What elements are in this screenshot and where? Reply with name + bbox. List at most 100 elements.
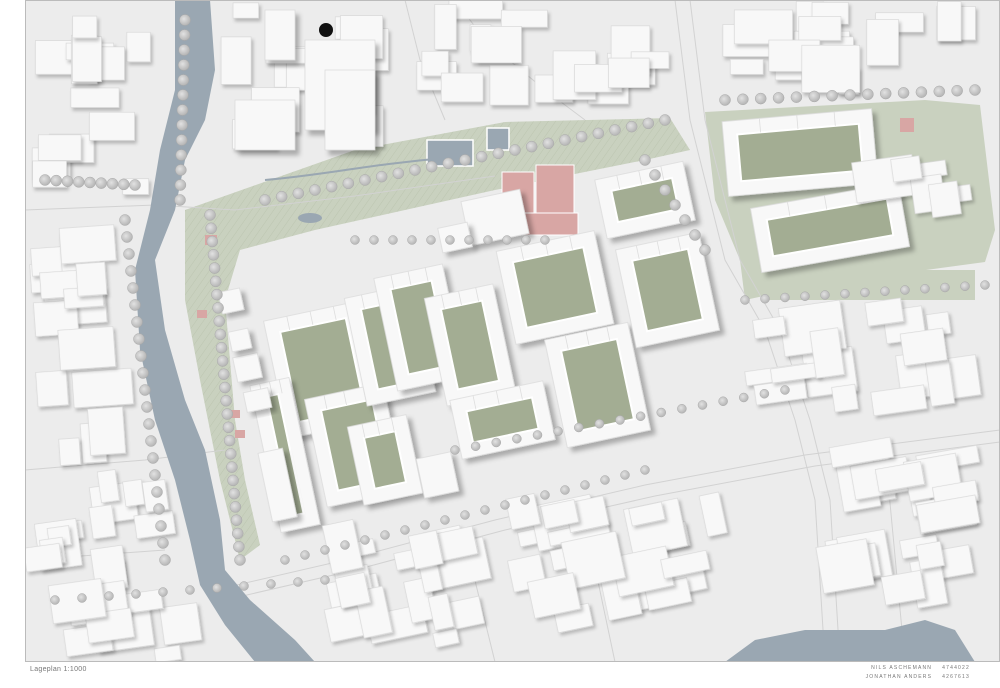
- tree: [293, 577, 303, 587]
- courtyard: [511, 246, 599, 329]
- tree: [212, 583, 222, 593]
- tree: [480, 505, 490, 515]
- city-building: [72, 36, 102, 82]
- tree: [212, 302, 224, 314]
- author-line-2: JONATHAN ANDERS 4267613: [866, 674, 970, 680]
- tree: [77, 593, 87, 603]
- author-name: JONATHAN ANDERS: [865, 674, 933, 680]
- tree: [225, 448, 237, 460]
- tree: [718, 396, 728, 406]
- city-building: [448, 0, 503, 20]
- tree: [464, 235, 474, 245]
- tree: [642, 117, 655, 130]
- tree: [639, 154, 651, 166]
- tree: [227, 474, 239, 487]
- tree: [204, 209, 216, 221]
- tree: [119, 214, 131, 226]
- tree: [540, 490, 550, 500]
- city-building: [89, 111, 135, 141]
- tree: [50, 595, 60, 605]
- tree: [760, 294, 770, 304]
- city-building: [96, 469, 120, 504]
- tree: [656, 407, 666, 418]
- tree: [649, 169, 661, 181]
- tree: [208, 262, 221, 274]
- tree: [147, 452, 159, 464]
- city-building: [489, 64, 529, 106]
- tree: [409, 164, 421, 176]
- city-building: [608, 57, 650, 88]
- tree: [407, 235, 417, 245]
- tree: [532, 430, 543, 440]
- tree: [689, 229, 701, 241]
- tree: [699, 244, 711, 256]
- city-building: [87, 406, 127, 456]
- tree: [106, 178, 119, 190]
- tree: [178, 44, 190, 56]
- tree: [259, 194, 271, 206]
- tree: [205, 222, 217, 235]
- tree: [50, 174, 62, 187]
- tree: [492, 147, 505, 160]
- city-building: [58, 224, 117, 265]
- tree: [719, 94, 731, 106]
- city-building: [35, 369, 69, 408]
- tree: [460, 510, 470, 520]
- tree: [920, 284, 930, 294]
- scale-label: Lageplan 1:1000: [30, 666, 87, 673]
- city-building: [38, 134, 82, 161]
- tree: [369, 235, 379, 245]
- city-building: [866, 19, 899, 66]
- tree: [860, 287, 870, 298]
- tree: [207, 249, 220, 261]
- tree: [540, 235, 550, 245]
- tree: [211, 288, 223, 301]
- tree: [359, 174, 371, 186]
- tree: [933, 85, 946, 98]
- tree: [772, 92, 785, 104]
- tree: [135, 350, 147, 362]
- tree: [940, 282, 950, 293]
- tree: [185, 585, 195, 595]
- tree: [129, 299, 141, 311]
- tree: [790, 91, 803, 103]
- tree: [897, 87, 910, 99]
- city-building: [440, 72, 484, 103]
- tree: [615, 415, 625, 425]
- city-building: [133, 510, 176, 540]
- tree: [214, 328, 227, 341]
- tree: [174, 194, 186, 206]
- tree: [131, 316, 143, 328]
- tree: [177, 74, 190, 86]
- tree: [210, 275, 222, 288]
- tree: [740, 295, 750, 305]
- author-id: 4267613: [942, 674, 970, 680]
- tree: [127, 282, 139, 294]
- city-building: [159, 602, 203, 646]
- city-building: [733, 9, 793, 45]
- tree: [340, 540, 350, 550]
- city-building: [71, 367, 134, 409]
- perimeter-block: [495, 230, 615, 345]
- city-building: [72, 15, 98, 39]
- tree: [292, 187, 305, 200]
- tree: [177, 89, 189, 101]
- city-building: [25, 542, 63, 573]
- city-building: [470, 26, 522, 64]
- tree: [234, 554, 246, 566]
- solitary-building: [227, 327, 253, 353]
- tree: [216, 355, 229, 367]
- city-building: [88, 504, 117, 540]
- tree: [320, 575, 330, 585]
- tree: [175, 134, 188, 146]
- tree: [840, 289, 850, 299]
- tree: [780, 385, 790, 395]
- site-plan-sheet: Lageplan 1:1000 NILS ASCHEMANN 4744022 J…: [0, 0, 1000, 688]
- tree: [220, 395, 232, 407]
- tree: [542, 137, 555, 150]
- courtyard: [736, 122, 864, 183]
- tree: [980, 280, 990, 290]
- tree: [915, 86, 928, 98]
- tree: [450, 445, 460, 455]
- solitary-building: [232, 352, 263, 383]
